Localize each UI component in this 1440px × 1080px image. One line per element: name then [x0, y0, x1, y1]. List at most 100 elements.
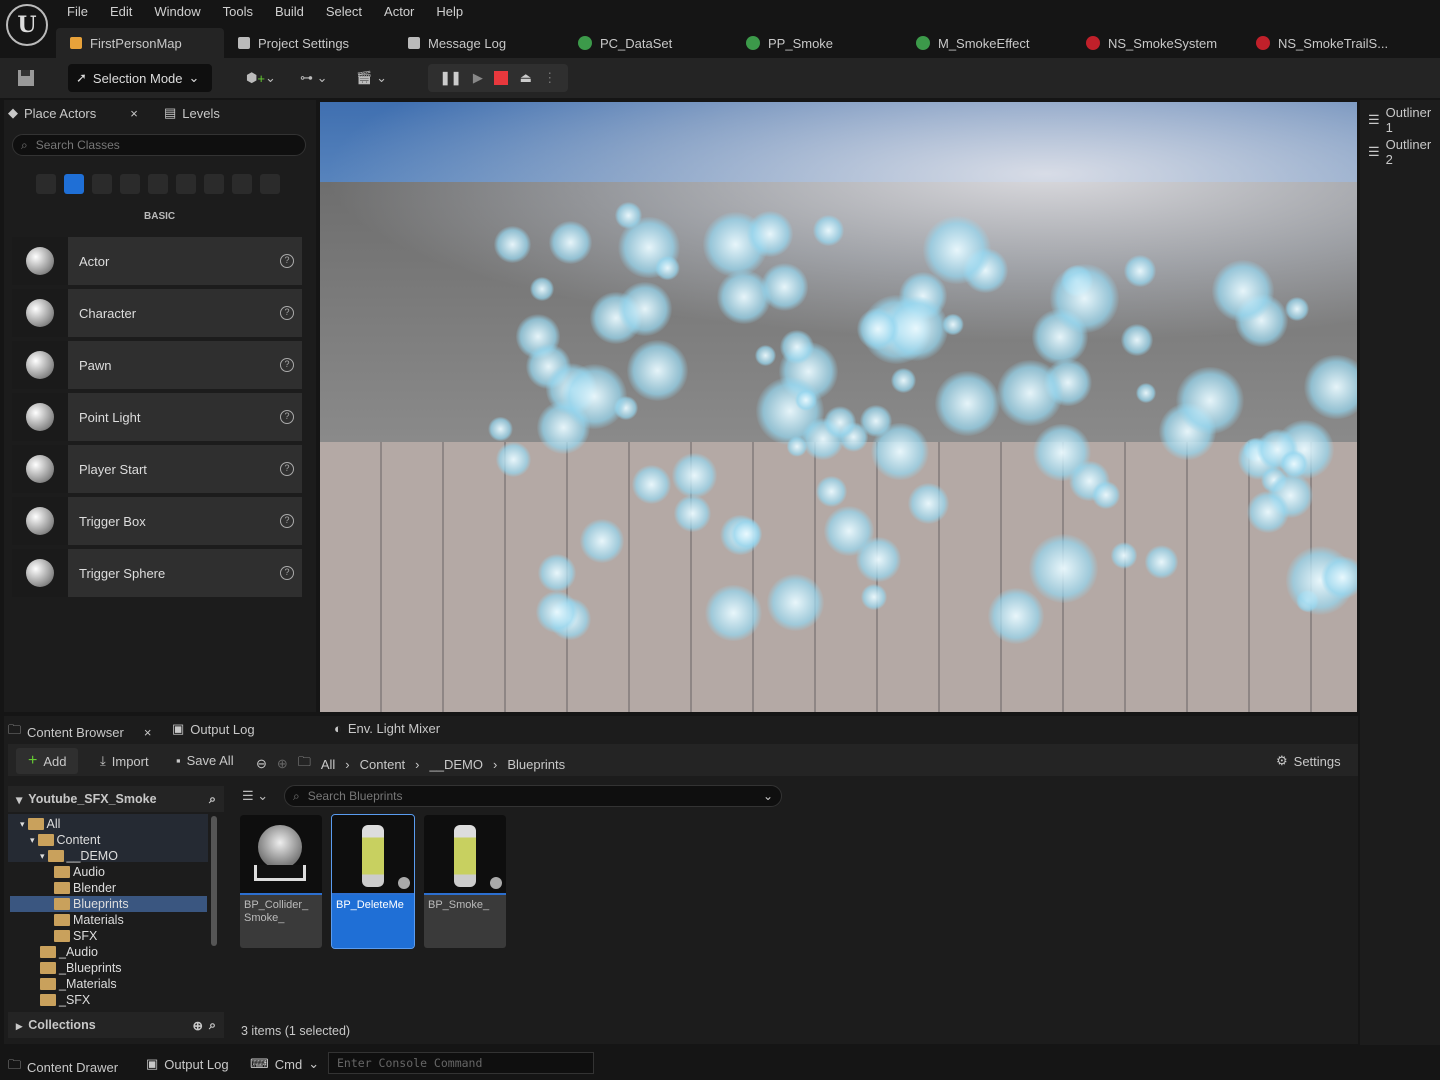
- collections-header[interactable]: ▸ Collections ⊕ ⌕: [8, 1012, 224, 1038]
- tab-output-log[interactable]: ▣ Output Log: [172, 721, 255, 737]
- tab-m-smokeeffect[interactable]: M_SmokeEffect: [902, 28, 1072, 58]
- folder-content[interactable]: ▾ Content: [30, 832, 100, 848]
- basic-icon[interactable]: [64, 174, 84, 194]
- menu-file[interactable]: File: [56, 4, 99, 19]
- actor-item-actor[interactable]: Actor?: [12, 237, 302, 285]
- forward-icon[interactable]: ⊕: [277, 756, 288, 772]
- cinematic-icon[interactable]: [148, 174, 168, 194]
- menu-actor[interactable]: Actor: [373, 4, 425, 19]
- actor-item-character[interactable]: Character?: [12, 289, 302, 337]
- visual-effects-icon[interactable]: [176, 174, 196, 194]
- step-icon[interactable]: ▶: [473, 70, 483, 86]
- tab-pp-smoke[interactable]: PP_Smoke: [732, 28, 902, 58]
- tab-outliner-1[interactable]: ☰ Outliner 1: [1368, 105, 1440, 135]
- unreal-logo[interactable]: U: [6, 4, 48, 46]
- help-icon[interactable]: ?: [280, 566, 294, 580]
- expand-arrow-icon[interactable]: ▾: [20, 819, 25, 830]
- breadcrumb-item[interactable]: __DEMO: [430, 757, 483, 772]
- menu-select[interactable]: Select: [315, 4, 373, 19]
- folder-sfx[interactable]: SFX: [54, 928, 97, 944]
- tree-scrollbar[interactable]: [211, 816, 217, 946]
- tab-env-light-mixer[interactable]: ◐ Env. Light Mixer: [334, 721, 440, 736]
- asset-tile[interactable]: BP_Collider_ Smoke_: [240, 815, 322, 948]
- settings-button[interactable]: ⚙ Settings: [1276, 753, 1341, 769]
- recent-icon[interactable]: [36, 174, 56, 194]
- close-icon[interactable]: ×: [144, 725, 152, 740]
- folder-blueprints[interactable]: _Blueprints: [40, 960, 122, 976]
- cinematics-button[interactable]: 🎬︎ ⌄: [356, 66, 387, 90]
- folder-materials[interactable]: Materials: [54, 912, 124, 928]
- asset-tile[interactable]: BP_Smoke_: [424, 815, 506, 948]
- more-icon[interactable]: ⋮: [543, 70, 556, 86]
- pause-icon[interactable]: ❚❚: [440, 70, 462, 86]
- tab-message-log[interactable]: Message Log: [394, 28, 564, 58]
- level-viewport[interactable]: [320, 102, 1357, 712]
- all-classes-icon[interactable]: [260, 174, 280, 194]
- eject-icon[interactable]: ⏏: [520, 70, 532, 86]
- tab-outliner-2[interactable]: ☰ Outliner 2: [1368, 137, 1440, 167]
- folder-blender[interactable]: Blender: [54, 880, 116, 896]
- menu-window[interactable]: Window: [143, 4, 211, 19]
- import-button[interactable]: ⤓ Import: [100, 753, 149, 769]
- actor-item-player-start[interactable]: Player Start?: [12, 445, 302, 493]
- help-icon[interactable]: ?: [280, 254, 294, 268]
- actor-item-point-light[interactable]: Point Light?: [12, 393, 302, 441]
- breadcrumb-item[interactable]: All: [321, 757, 335, 772]
- expand-arrow-icon[interactable]: ▾: [40, 851, 45, 862]
- tab-project-settings[interactable]: Project Settings: [224, 28, 394, 58]
- help-icon[interactable]: ?: [280, 514, 294, 528]
- blueprints-button[interactable]: ⊶ ⌄: [300, 66, 328, 90]
- save-all-button[interactable]: ▪ Save All: [176, 753, 234, 768]
- save-icon[interactable]: [16, 66, 36, 90]
- folder-audio[interactable]: Audio: [54, 864, 105, 880]
- selection-mode-dropdown[interactable]: ➚ Selection Mode ⌄: [68, 64, 212, 92]
- lights-icon[interactable]: [92, 174, 112, 194]
- add-button[interactable]: + Add: [16, 748, 79, 774]
- tab-pc-dataset[interactable]: PC_DataSet: [564, 28, 732, 58]
- back-icon[interactable]: ⊖: [256, 756, 267, 772]
- tab-place-actors[interactable]: ◆ Place Actors ×: [8, 105, 138, 121]
- filter-button[interactable]: ☰ ⌄: [242, 788, 268, 804]
- help-icon[interactable]: ?: [280, 462, 294, 476]
- breadcrumb-item[interactable]: Blueprints: [507, 757, 565, 772]
- actor-item-trigger-box[interactable]: Trigger Box?: [12, 497, 302, 545]
- expand-arrow-icon[interactable]: ▾: [30, 835, 35, 846]
- folder-materials[interactable]: _Materials: [40, 976, 117, 992]
- search-icon[interactable]: ⌕: [209, 1018, 216, 1033]
- add-actor-button[interactable]: ⬢ + ⌄: [246, 66, 276, 90]
- console-command-input[interactable]: Enter Console Command: [328, 1052, 594, 1074]
- folder-audio[interactable]: _Audio: [40, 944, 98, 960]
- search-classes-input[interactable]: ⌕ Search Classes: [12, 134, 306, 156]
- menu-build[interactable]: Build: [264, 4, 315, 19]
- geometry-icon[interactable]: [204, 174, 224, 194]
- actor-item-pawn[interactable]: Pawn?: [12, 341, 302, 389]
- folder-sfx[interactable]: _SFX: [40, 992, 90, 1008]
- search-blueprints-input[interactable]: ⌕ Search Blueprints ⌄: [284, 785, 782, 807]
- help-icon[interactable]: ?: [280, 306, 294, 320]
- help-icon[interactable]: ?: [280, 358, 294, 372]
- cmd-dropdown[interactable]: ⌨ Cmd ⌄: [250, 1056, 319, 1072]
- folder-demo[interactable]: ▾ __DEMO: [40, 848, 118, 864]
- folder-blueprints[interactable]: Blueprints: [10, 896, 207, 912]
- folder-all[interactable]: ▾ All: [20, 816, 60, 832]
- help-icon[interactable]: ?: [280, 410, 294, 424]
- chevron-down-icon[interactable]: ⌄: [763, 789, 773, 803]
- add-collection-icon[interactable]: ⊕: [193, 1018, 203, 1033]
- asset-tile[interactable]: BP_DeleteMe: [331, 814, 415, 949]
- shapes-icon[interactable]: [120, 174, 140, 194]
- tab-ns-smoketrails-[interactable]: NS_SmokeTrailS...: [1242, 28, 1412, 58]
- volumes-icon[interactable]: [232, 174, 252, 194]
- content-drawer-button[interactable]: 🗀︎ Content Drawer: [8, 1056, 118, 1078]
- project-header[interactable]: ▾ Youtube_SFX_Smoke ⌕: [8, 786, 224, 812]
- menu-edit[interactable]: Edit: [99, 4, 143, 19]
- close-icon[interactable]: ×: [130, 106, 138, 121]
- stop-icon[interactable]: [494, 71, 509, 85]
- search-icon[interactable]: ⌕: [209, 792, 216, 807]
- menu-help[interactable]: Help: [425, 4, 474, 19]
- tab-firstpersonmap[interactable]: FirstPersonMap: [56, 28, 224, 58]
- output-log-button[interactable]: ▣ Output Log: [146, 1056, 229, 1072]
- menu-tools[interactable]: Tools: [212, 4, 264, 19]
- tab-ns-smokesystem[interactable]: NS_SmokeSystem: [1072, 28, 1242, 58]
- tab-content-browser[interactable]: 🗀︎ Content Browser ×: [8, 721, 151, 743]
- tab-levels[interactable]: ▤ Levels: [164, 105, 220, 121]
